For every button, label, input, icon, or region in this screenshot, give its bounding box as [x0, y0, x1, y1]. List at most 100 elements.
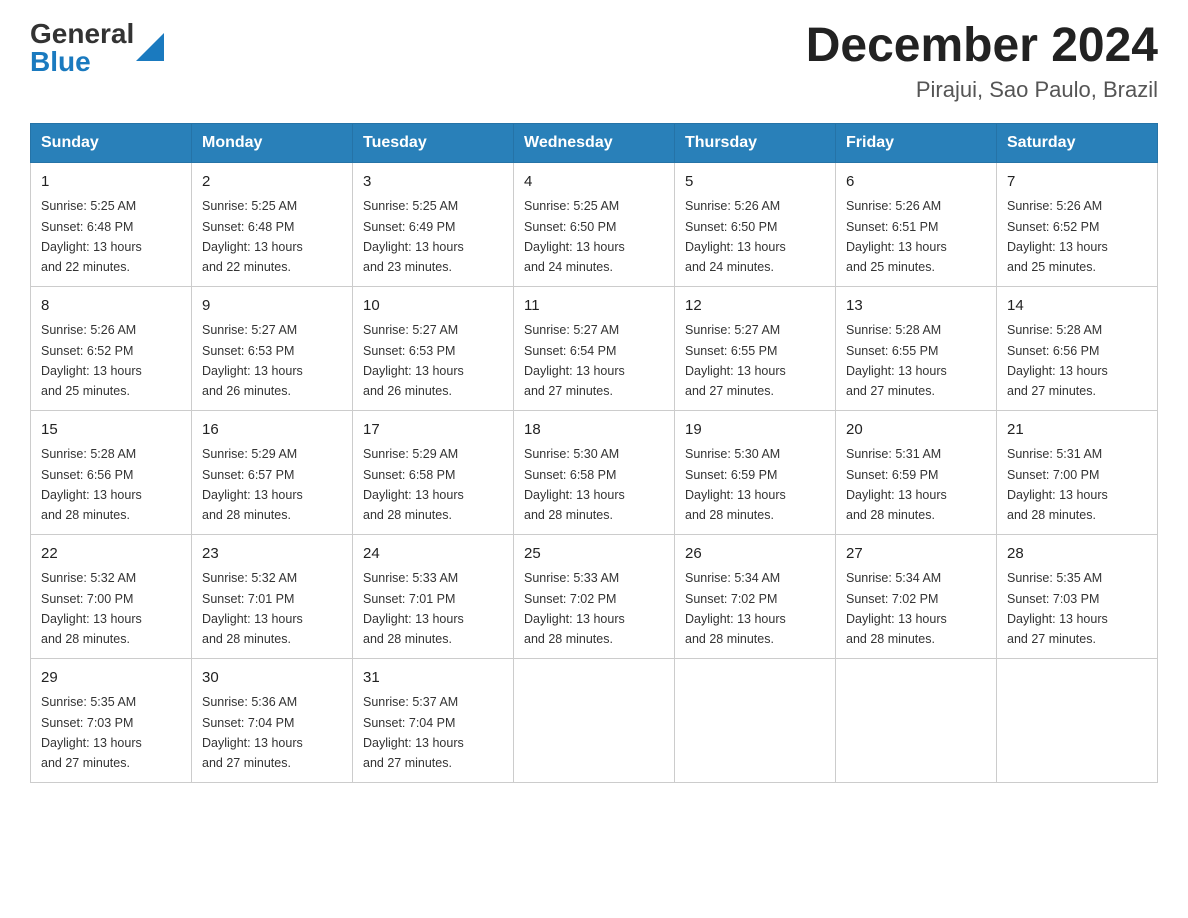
- day-info: Sunrise: 5:25 AMSunset: 6:48 PMDaylight:…: [41, 199, 142, 274]
- day-number: 6: [846, 171, 986, 194]
- day-info: Sunrise: 5:34 AMSunset: 7:02 PMDaylight:…: [846, 571, 947, 646]
- table-row: [514, 658, 675, 782]
- day-info: Sunrise: 5:32 AMSunset: 7:01 PMDaylight:…: [202, 571, 303, 646]
- day-info: Sunrise: 5:26 AMSunset: 6:52 PMDaylight:…: [41, 323, 142, 398]
- weekday-header-row: Sunday Monday Tuesday Wednesday Thursday…: [31, 123, 1158, 162]
- day-number: 23: [202, 543, 342, 566]
- table-row: 29 Sunrise: 5:35 AMSunset: 7:03 PMDaylig…: [31, 658, 192, 782]
- day-info: Sunrise: 5:26 AMSunset: 6:50 PMDaylight:…: [685, 199, 786, 274]
- day-info: Sunrise: 5:36 AMSunset: 7:04 PMDaylight:…: [202, 695, 303, 770]
- day-number: 1: [41, 171, 181, 194]
- day-number: 26: [685, 543, 825, 566]
- day-number: 9: [202, 295, 342, 318]
- day-number: 22: [41, 543, 181, 566]
- day-number: 16: [202, 419, 342, 442]
- day-info: Sunrise: 5:33 AMSunset: 7:02 PMDaylight:…: [524, 571, 625, 646]
- table-row: 24 Sunrise: 5:33 AMSunset: 7:01 PMDaylig…: [353, 534, 514, 658]
- day-info: Sunrise: 5:35 AMSunset: 7:03 PMDaylight:…: [1007, 571, 1108, 646]
- day-info: Sunrise: 5:37 AMSunset: 7:04 PMDaylight:…: [363, 695, 464, 770]
- calendar-subtitle: Pirajui, Sao Paulo, Brazil: [806, 77, 1158, 103]
- day-number: 10: [363, 295, 503, 318]
- table-row: 26 Sunrise: 5:34 AMSunset: 7:02 PMDaylig…: [675, 534, 836, 658]
- day-info: Sunrise: 5:29 AMSunset: 6:57 PMDaylight:…: [202, 447, 303, 522]
- table-row: 4 Sunrise: 5:25 AMSunset: 6:50 PMDayligh…: [514, 162, 675, 286]
- table-row: 12 Sunrise: 5:27 AMSunset: 6:55 PMDaylig…: [675, 286, 836, 410]
- day-number: 25: [524, 543, 664, 566]
- day-number: 17: [363, 419, 503, 442]
- table-row: 9 Sunrise: 5:27 AMSunset: 6:53 PMDayligh…: [192, 286, 353, 410]
- day-number: 31: [363, 667, 503, 690]
- page-header: General Blue December 2024 Pirajui, Sao …: [30, 20, 1158, 103]
- header-sunday: Sunday: [31, 123, 192, 162]
- header-friday: Friday: [836, 123, 997, 162]
- day-info: Sunrise: 5:33 AMSunset: 7:01 PMDaylight:…: [363, 571, 464, 646]
- header-saturday: Saturday: [997, 123, 1158, 162]
- calendar-week-2: 8 Sunrise: 5:26 AMSunset: 6:52 PMDayligh…: [31, 286, 1158, 410]
- table-row: 13 Sunrise: 5:28 AMSunset: 6:55 PMDaylig…: [836, 286, 997, 410]
- day-info: Sunrise: 5:35 AMSunset: 7:03 PMDaylight:…: [41, 695, 142, 770]
- logo: General Blue: [30, 20, 164, 76]
- day-number: 19: [685, 419, 825, 442]
- table-row: 2 Sunrise: 5:25 AMSunset: 6:48 PMDayligh…: [192, 162, 353, 286]
- day-info: Sunrise: 5:28 AMSunset: 6:55 PMDaylight:…: [846, 323, 947, 398]
- table-row: 7 Sunrise: 5:26 AMSunset: 6:52 PMDayligh…: [997, 162, 1158, 286]
- calendar-week-1: 1 Sunrise: 5:25 AMSunset: 6:48 PMDayligh…: [31, 162, 1158, 286]
- table-row: 11 Sunrise: 5:27 AMSunset: 6:54 PMDaylig…: [514, 286, 675, 410]
- table-row: 8 Sunrise: 5:26 AMSunset: 6:52 PMDayligh…: [31, 286, 192, 410]
- day-number: 29: [41, 667, 181, 690]
- day-info: Sunrise: 5:26 AMSunset: 6:51 PMDaylight:…: [846, 199, 947, 274]
- table-row: 25 Sunrise: 5:33 AMSunset: 7:02 PMDaylig…: [514, 534, 675, 658]
- day-number: 7: [1007, 171, 1147, 194]
- day-number: 14: [1007, 295, 1147, 318]
- day-number: 20: [846, 419, 986, 442]
- day-info: Sunrise: 5:28 AMSunset: 6:56 PMDaylight:…: [1007, 323, 1108, 398]
- day-info: Sunrise: 5:25 AMSunset: 6:48 PMDaylight:…: [202, 199, 303, 274]
- calendar-week-5: 29 Sunrise: 5:35 AMSunset: 7:03 PMDaylig…: [31, 658, 1158, 782]
- table-row: 27 Sunrise: 5:34 AMSunset: 7:02 PMDaylig…: [836, 534, 997, 658]
- day-info: Sunrise: 5:31 AMSunset: 7:00 PMDaylight:…: [1007, 447, 1108, 522]
- table-row: [675, 658, 836, 782]
- table-row: 5 Sunrise: 5:26 AMSunset: 6:50 PMDayligh…: [675, 162, 836, 286]
- day-number: 13: [846, 295, 986, 318]
- logo-blue-text: Blue: [30, 48, 134, 76]
- calendar-week-3: 15 Sunrise: 5:28 AMSunset: 6:56 PMDaylig…: [31, 410, 1158, 534]
- table-row: 14 Sunrise: 5:28 AMSunset: 6:56 PMDaylig…: [997, 286, 1158, 410]
- day-info: Sunrise: 5:29 AMSunset: 6:58 PMDaylight:…: [363, 447, 464, 522]
- day-info: Sunrise: 5:26 AMSunset: 6:52 PMDaylight:…: [1007, 199, 1108, 274]
- day-info: Sunrise: 5:32 AMSunset: 7:00 PMDaylight:…: [41, 571, 142, 646]
- header-tuesday: Tuesday: [353, 123, 514, 162]
- day-info: Sunrise: 5:28 AMSunset: 6:56 PMDaylight:…: [41, 447, 142, 522]
- table-row: 20 Sunrise: 5:31 AMSunset: 6:59 PMDaylig…: [836, 410, 997, 534]
- table-row: 1 Sunrise: 5:25 AMSunset: 6:48 PMDayligh…: [31, 162, 192, 286]
- title-section: December 2024 Pirajui, Sao Paulo, Brazil: [806, 20, 1158, 103]
- table-row: [997, 658, 1158, 782]
- day-info: Sunrise: 5:27 AMSunset: 6:53 PMDaylight:…: [363, 323, 464, 398]
- table-row: 6 Sunrise: 5:26 AMSunset: 6:51 PMDayligh…: [836, 162, 997, 286]
- day-info: Sunrise: 5:25 AMSunset: 6:50 PMDaylight:…: [524, 199, 625, 274]
- day-number: 5: [685, 171, 825, 194]
- table-row: 23 Sunrise: 5:32 AMSunset: 7:01 PMDaylig…: [192, 534, 353, 658]
- day-number: 8: [41, 295, 181, 318]
- day-number: 15: [41, 419, 181, 442]
- table-row: 15 Sunrise: 5:28 AMSunset: 6:56 PMDaylig…: [31, 410, 192, 534]
- header-monday: Monday: [192, 123, 353, 162]
- header-thursday: Thursday: [675, 123, 836, 162]
- day-number: 21: [1007, 419, 1147, 442]
- calendar-week-4: 22 Sunrise: 5:32 AMSunset: 7:00 PMDaylig…: [31, 534, 1158, 658]
- day-number: 18: [524, 419, 664, 442]
- day-info: Sunrise: 5:27 AMSunset: 6:53 PMDaylight:…: [202, 323, 303, 398]
- table-row: 16 Sunrise: 5:29 AMSunset: 6:57 PMDaylig…: [192, 410, 353, 534]
- table-row: 22 Sunrise: 5:32 AMSunset: 7:00 PMDaylig…: [31, 534, 192, 658]
- day-info: Sunrise: 5:27 AMSunset: 6:54 PMDaylight:…: [524, 323, 625, 398]
- day-number: 24: [363, 543, 503, 566]
- table-row: 18 Sunrise: 5:30 AMSunset: 6:58 PMDaylig…: [514, 410, 675, 534]
- table-row: 10 Sunrise: 5:27 AMSunset: 6:53 PMDaylig…: [353, 286, 514, 410]
- day-number: 4: [524, 171, 664, 194]
- day-info: Sunrise: 5:31 AMSunset: 6:59 PMDaylight:…: [846, 447, 947, 522]
- day-number: 12: [685, 295, 825, 318]
- day-info: Sunrise: 5:25 AMSunset: 6:49 PMDaylight:…: [363, 199, 464, 274]
- day-number: 2: [202, 171, 342, 194]
- day-number: 28: [1007, 543, 1147, 566]
- day-info: Sunrise: 5:30 AMSunset: 6:59 PMDaylight:…: [685, 447, 786, 522]
- table-row: 28 Sunrise: 5:35 AMSunset: 7:03 PMDaylig…: [997, 534, 1158, 658]
